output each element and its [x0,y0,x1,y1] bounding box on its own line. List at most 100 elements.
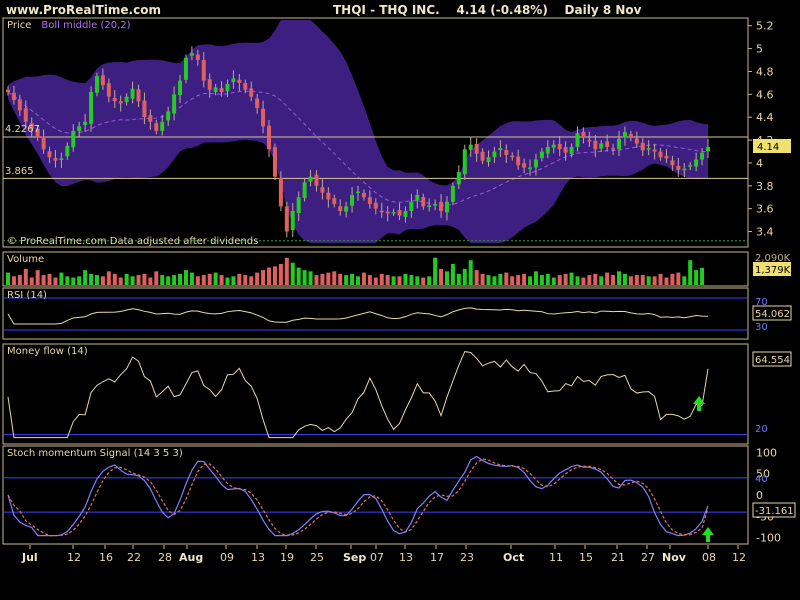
volume-bar [35,270,40,285]
volume-bar [11,276,16,285]
candle-body [219,88,224,93]
rsi-level-30: 30 [755,322,768,333]
candle-body [65,145,70,157]
volume-bar [148,277,153,285]
mflow-series-line [7,351,709,439]
candle-body [6,89,10,93]
volume-last-value: 1,379K [755,265,791,276]
x-tick-label: 12 [67,551,81,564]
volume-bar [498,273,503,285]
candle-body [492,151,497,158]
candle-body [664,155,669,159]
price-tick-label: 4.6 [756,88,774,101]
price-tick-label: 3.4 [756,226,774,239]
volume-bar [94,275,99,285]
volume-bar [450,263,455,285]
volume-bar [124,273,129,285]
candle-body [581,131,586,138]
volume-bar [361,272,366,285]
volume-bar [166,276,171,285]
volume-bar [617,271,622,285]
candle-body [373,202,378,209]
candle-body [47,151,52,158]
volume-bar [207,273,212,285]
candle-body [617,138,622,150]
volume-bar [409,275,414,285]
volume-bar [6,272,10,285]
candle-body [148,115,153,122]
candle-body [94,76,99,93]
candle-body [89,92,94,124]
candle-body [23,108,28,122]
mflow-panel-title: Money flow (14) [7,346,88,357]
price-watermark: © ProRealTime.com Data adjusted after di… [7,236,258,247]
volume-bar [433,257,438,285]
x-tick-label: 13 [399,551,413,564]
candle-body [545,146,550,154]
candle-body [694,159,699,167]
x-tick-label: 12 [732,551,746,564]
volume-bar [100,276,105,285]
volume-bar [118,277,123,285]
candle-body [172,94,177,114]
candle-body [249,88,254,97]
candle-body [646,148,651,150]
rsi-last-value: 54.062 [755,309,790,320]
price-panel-title: Price Boll middle (20,2) [7,20,131,31]
volume-prev-value: 2,090K [755,253,791,264]
bollinger-band-area [8,20,708,243]
volume-bar [278,263,283,285]
x-tick-label: 25 [310,551,324,564]
candle-body [563,147,568,153]
candle-body [59,158,64,160]
candle-body [403,210,408,217]
candle-body [533,159,538,168]
candle-body [17,99,22,111]
x-tick-label: 09 [220,551,234,564]
candle-body [267,125,272,150]
volume-bar [427,276,432,285]
candle-body [350,194,355,206]
candle-body [516,156,521,166]
volume-bar [688,260,693,285]
mflow-last-value: 64.554 [755,355,790,366]
volume-bar [302,270,307,285]
x-tick-label: 21 [611,551,625,564]
volume-bar [599,276,604,285]
volume-bar [112,273,117,285]
candle-body [409,201,414,211]
volume-bar [344,275,349,285]
candle-body [504,150,509,155]
volume-bar [391,276,396,285]
volume-bar [522,273,527,285]
candle-body [622,132,627,138]
volume-bar [658,273,663,285]
x-tick-label: Nov [662,551,687,564]
candle-body [160,121,165,131]
candle-body [652,149,657,152]
volume-bar [492,276,497,285]
price-tick-label: 5 [756,43,763,56]
candle-body [237,79,242,83]
candle-body [302,182,307,198]
volume-bar [231,276,236,285]
volume-bar [676,272,681,285]
mflow-level-20: 20 [755,424,768,435]
volume-bar [284,257,289,285]
candle-body [332,198,337,205]
volume-bar [320,273,325,285]
volume-bar [456,273,461,285]
candle-body [498,148,503,151]
candle-body [243,82,248,90]
candle-body [284,206,289,232]
candle-body [640,142,645,151]
volume-bar [89,273,94,285]
stoch-k-line [7,455,709,537]
volume-bar [172,275,177,285]
price-tick-label: 4.8 [756,65,774,78]
candle-body [539,151,544,159]
candle-body [450,185,455,202]
candle-body [338,206,343,211]
candle-body [593,140,598,150]
volume-bar [628,276,633,285]
